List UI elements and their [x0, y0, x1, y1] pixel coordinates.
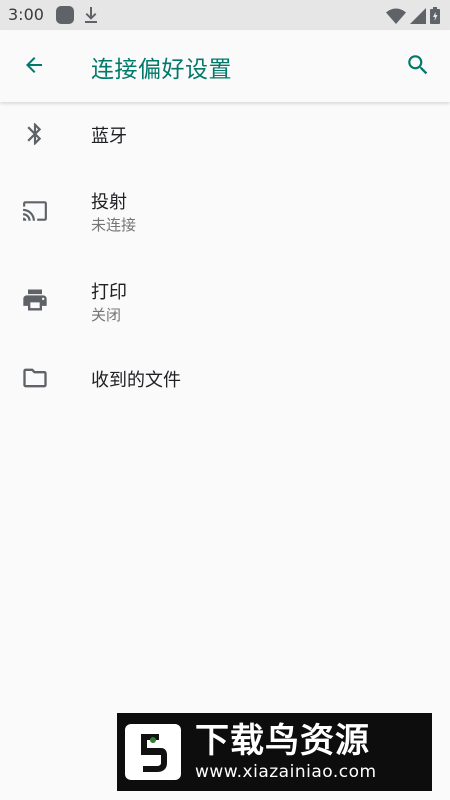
back-button[interactable]	[18, 51, 50, 83]
item-title: 打印	[91, 282, 127, 303]
list-item-received-files[interactable]: 收到的文件	[0, 346, 450, 410]
page-title: 连接偏好设置	[91, 57, 232, 83]
bird-logo-icon	[125, 724, 181, 780]
list-item-print[interactable]: 打印 关闭	[0, 256, 450, 346]
watermark-title: 下载鸟资源	[195, 721, 370, 761]
watermark-url: www.xiazainiao.com	[195, 762, 377, 782]
item-title: 投射	[91, 192, 127, 213]
bluetooth-icon	[18, 120, 52, 148]
status-bar: 3:00	[0, 0, 450, 30]
item-title: 收到的文件	[91, 370, 181, 391]
print-icon	[18, 286, 52, 314]
signal-icon	[410, 7, 426, 28]
list-item-cast[interactable]: 投射 未连接	[0, 166, 450, 256]
app-bar: 连接偏好设置	[0, 30, 450, 102]
cast-icon	[18, 198, 52, 224]
wifi-icon	[386, 8, 406, 28]
folder-icon	[18, 364, 52, 392]
status-time: 3:00	[8, 5, 44, 24]
search-button[interactable]	[402, 51, 434, 83]
search-icon	[405, 52, 431, 82]
item-subtitle: 关闭	[91, 306, 122, 324]
item-subtitle: 未连接	[91, 216, 137, 234]
watermark-banner: 下载鸟资源 www.xiazainiao.com	[117, 713, 432, 791]
battery-icon	[430, 7, 440, 28]
arrow-back-icon	[22, 53, 46, 81]
app-notification-icon	[56, 6, 74, 24]
preference-list: 蓝牙 投射 未连接 打印 关闭 收到的文件	[0, 102, 450, 410]
download-icon	[83, 6, 99, 28]
list-item-bluetooth[interactable]: 蓝牙	[0, 102, 450, 166]
item-title: 蓝牙	[91, 126, 127, 147]
